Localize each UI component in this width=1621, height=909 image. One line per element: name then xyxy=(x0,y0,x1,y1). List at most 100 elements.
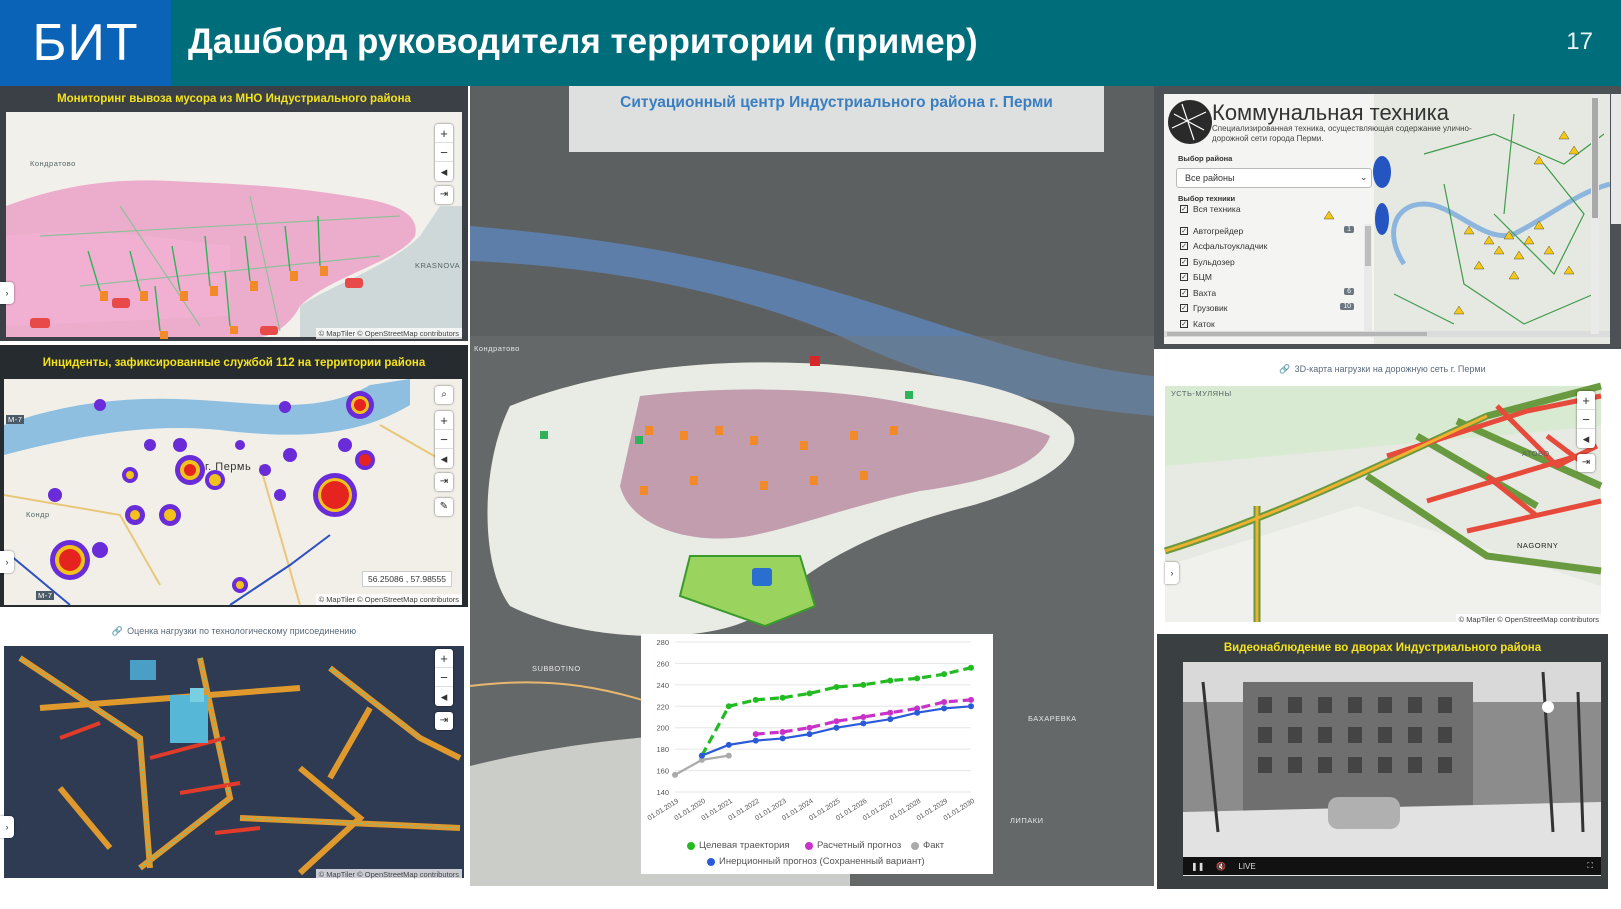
data-point xyxy=(887,709,894,716)
data-point xyxy=(941,705,948,712)
map-attribution: © MapTiler © OpenStreetMap contributors xyxy=(315,869,462,880)
zoom-controls[interactable]: + − ◂ xyxy=(1577,391,1595,448)
compass-button[interactable]: ◂ xyxy=(435,449,453,468)
fullscreen-icon[interactable]: ⛶ xyxy=(1587,861,1593,871)
map-label-atovo: АТОВО xyxy=(1522,449,1550,458)
zoom-controls[interactable]: + − ◂ xyxy=(435,649,453,706)
tech-item[interactable]: ✓ Автогрейдер 1 xyxy=(1180,225,1360,236)
video-frame[interactable] xyxy=(1183,662,1601,876)
zoom-in-button[interactable]: + xyxy=(435,649,453,668)
video-panel: Видеонаблюдение во дворах Индустриальног… xyxy=(1157,634,1608,889)
incidents-panel-title: Инциденты, зафиксированные службой 112 н… xyxy=(42,357,426,369)
search-button[interactable]: ⌕ xyxy=(435,386,453,404)
legend-label-target: Целевая траектория xyxy=(699,840,790,851)
tech-item[interactable]: ✓ Каток xyxy=(1180,319,1360,328)
municipal-tech-panel: Коммунальная техника Специализированная … xyxy=(1154,86,1621,349)
checkbox[interactable]: ✓ xyxy=(1180,226,1188,235)
zoom-out-button[interactable]: − xyxy=(435,143,453,162)
tech-item[interactable]: ✓ Вся техника xyxy=(1180,204,1360,214)
tech-load-panel: 🔗 Оценка нагрузки по технологическому при… xyxy=(0,618,468,882)
data-point xyxy=(833,718,840,725)
map-label-nagorny: NAGORNY xyxy=(1517,541,1559,550)
compass-button[interactable]: ◂ xyxy=(435,687,453,706)
checkbox[interactable]: ✓ xyxy=(1180,205,1188,213)
y-tick-label: 200 xyxy=(656,724,669,733)
legend-marker-inertial xyxy=(707,857,715,866)
y-tick-label: 180 xyxy=(656,745,669,754)
zoom-out-button[interactable]: − xyxy=(1577,410,1595,429)
legend-item-target: Целевая траектория xyxy=(683,840,790,851)
checkbox[interactable]: ✓ xyxy=(1180,288,1188,297)
zoom-controls[interactable]: + − ◂ xyxy=(435,124,453,181)
map-attribution: © MapTiler © OpenStreetMap contributors xyxy=(1455,614,1602,625)
map-label-kondr: Кондр xyxy=(26,510,50,519)
tech-item[interactable]: ✓ Бульдозер xyxy=(1180,257,1360,267)
link-icon: 🔗 xyxy=(1279,364,1291,374)
sidebar-toggle[interactable]: › xyxy=(0,551,14,573)
checkbox[interactable]: ✓ xyxy=(1180,273,1188,281)
zoom-controls[interactable]: + − ◂ xyxy=(435,411,453,468)
link-icon: 🔗 xyxy=(111,626,124,636)
data-point xyxy=(806,731,813,738)
data-point xyxy=(806,690,813,697)
map-attribution: © MapTiler © OpenStreetMap contributors xyxy=(315,328,462,339)
y-tick-label: 260 xyxy=(656,659,669,668)
road-label-m7: M-7 xyxy=(6,415,25,424)
layers-button[interactable]: ⇥ xyxy=(435,473,453,491)
zoom-in-button[interactable]: + xyxy=(435,124,453,143)
y-tick-label: 140 xyxy=(656,788,669,797)
data-point xyxy=(725,703,732,710)
tech-load-title-text: Оценка нагрузки по технологическому прис… xyxy=(127,626,357,636)
road-label-m7-bottom: M-7 xyxy=(36,591,55,600)
zoom-out-button[interactable]: − xyxy=(435,430,453,449)
legend-marker-forecast xyxy=(805,841,813,850)
layers-button[interactable]: ⇥ xyxy=(435,186,453,204)
data-point xyxy=(806,724,813,731)
tech-item[interactable]: ✓ Вахта 6 xyxy=(1180,287,1360,298)
data-point xyxy=(698,752,705,759)
compass-button[interactable]: ◂ xyxy=(1577,429,1595,448)
y-tick-label: 280 xyxy=(656,638,669,647)
tech-item-label: Грузовик xyxy=(1193,303,1228,313)
municipal-title: Коммунальная техника xyxy=(1212,100,1450,125)
data-point xyxy=(779,729,786,735)
sidebar-toggle[interactable]: › xyxy=(1165,562,1179,584)
checkbox[interactable]: ✓ xyxy=(1180,304,1188,312)
page-number: 17 xyxy=(1566,28,1593,55)
tech-item[interactable]: ✓ Грузовик 10 xyxy=(1180,303,1360,313)
series-line xyxy=(701,705,972,757)
pause-icon[interactable]: ❚❚ xyxy=(1191,862,1204,871)
zoom-in-button[interactable]: + xyxy=(1577,391,1595,410)
data-point xyxy=(914,709,921,716)
tech-load-map[interactable] xyxy=(0,618,468,882)
zoom-in-button[interactable]: + xyxy=(435,411,453,430)
district-label: Выбор района xyxy=(1178,154,1233,163)
video-panel-title: Видеонаблюдение во дворах Индустриальног… xyxy=(1223,642,1542,654)
data-point xyxy=(779,694,786,701)
sidebar-toggle[interactable]: › xyxy=(0,816,14,838)
chevron-down-icon: ⌄ xyxy=(1360,172,1368,182)
tech-item[interactable]: ✓ БЦМ xyxy=(1180,272,1360,282)
map-label-kondratovo: Кондратово xyxy=(30,159,76,168)
district-select[interactable]: Все районы xyxy=(1176,168,1372,188)
checkbox[interactable]: ✓ xyxy=(1180,257,1188,266)
garbage-map[interactable] xyxy=(0,86,468,341)
incidents-heatmap[interactable] xyxy=(0,345,468,607)
tech-label: Выбор техники xyxy=(1178,194,1236,203)
checkbox[interactable]: ✓ xyxy=(1180,242,1188,250)
garbage-panel-title: Мониторинг вывоза мусора из МНО Индустри… xyxy=(57,93,411,105)
layers-button[interactable]: ⇥ xyxy=(1577,454,1595,472)
data-point xyxy=(941,699,948,705)
tech-item[interactable]: ✓ Асфальтоукладчик xyxy=(1180,241,1360,251)
measure-button[interactable]: ✎ xyxy=(435,498,453,516)
count-badge: 6 xyxy=(1344,287,1354,295)
sidebar-toggle[interactable]: › xyxy=(0,282,14,304)
incidents-panel: Инциденты, зафиксированные службой 112 н… xyxy=(0,345,468,607)
tech-item-label: Вахта xyxy=(1193,287,1217,298)
checkbox[interactable]: ✓ xyxy=(1180,319,1188,328)
video-control-bar: ❚❚ 🔇 LIVE ⛶ xyxy=(1183,857,1601,875)
compass-button[interactable]: ◂ xyxy=(435,162,453,181)
layers-button[interactable]: ⇥ xyxy=(435,712,453,730)
zoom-out-button[interactable]: − xyxy=(435,668,453,687)
mute-icon[interactable]: 🔇 xyxy=(1216,862,1226,871)
